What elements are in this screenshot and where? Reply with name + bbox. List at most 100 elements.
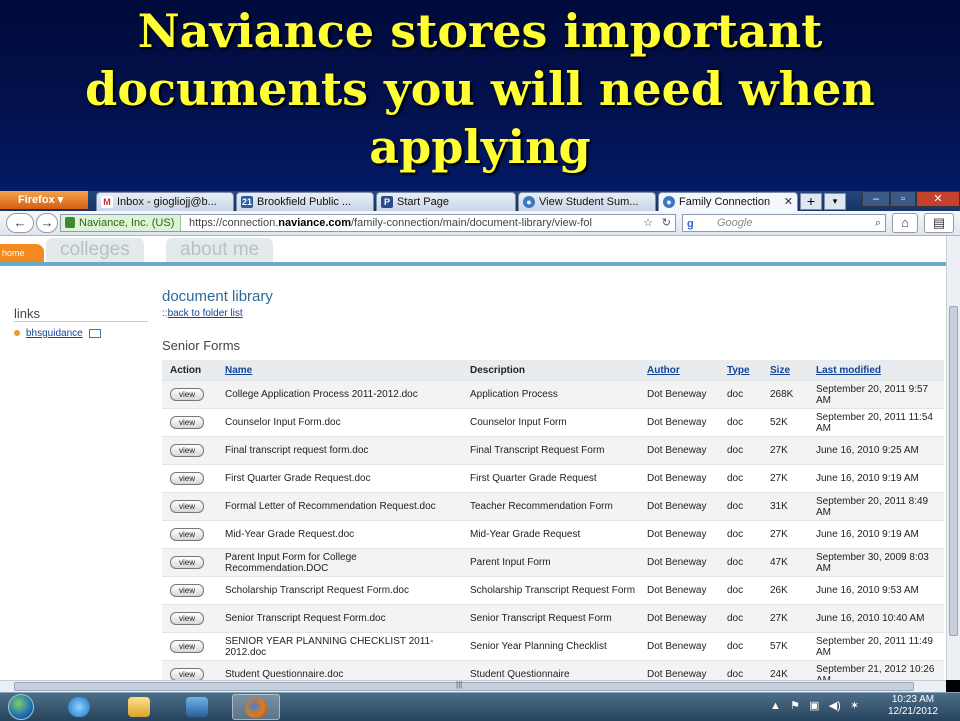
site-identity-badge[interactable]: Naviance, Inc. (US) [61,215,182,231]
new-tab-button[interactable]: + [800,193,822,210]
cell-type: doc [719,436,762,465]
tab-family-connection[interactable]: ● Family Connection ✕ [658,192,798,211]
column-header-modified[interactable]: Last modified [808,360,944,381]
tab-about-me[interactable]: about me [166,238,274,262]
scrollbar-thumb[interactable] [14,682,914,691]
action-cell: view [162,660,217,680]
cell-modified: June 16, 2010 10:40 AM [808,604,944,633]
network-icon[interactable]: ▣ [809,700,819,712]
search-icon[interactable]: ⌕ [875,215,881,231]
cell-type: doc [719,520,762,549]
view-button[interactable]: view [170,584,204,597]
address-bar[interactable]: Naviance, Inc. (US) https://connection.n… [60,214,676,232]
view-button[interactable]: view [170,388,204,401]
clock[interactable]: 10:23 AM 12/21/2012 [878,694,948,718]
view-button[interactable]: view [170,668,204,680]
taskbar-media-player[interactable] [174,694,222,720]
firefox-menu-button[interactable]: Firefox ▾ [0,191,88,209]
cell-size: 26K [762,576,808,605]
gmail-icon: M [101,196,113,208]
tab-colleges[interactable]: colleges [46,238,144,262]
view-button[interactable]: view [170,444,204,457]
close-window-button[interactable]: ✕ [916,191,960,207]
sidebar-item-bhsguidance: bhsguidance [14,328,101,339]
slide-title-line-1: Naviance stores important [137,4,823,58]
vertical-scrollbar[interactable] [946,236,960,680]
tab-brookfield[interactable]: 21 Brookfield Public ... [236,192,374,211]
grip-icon: ||| [456,680,463,689]
tab-label: Start Page [397,196,449,208]
maximize-button[interactable]: ▫ [890,191,916,207]
column-header-name[interactable]: Name [217,360,462,381]
slide-title-line-2: documents you will need when [85,62,875,116]
list-tabs-button[interactable]: ▾ [824,193,846,210]
cell-size: 27K [762,604,808,633]
start-button[interactable] [8,694,34,720]
scrollbar-thumb[interactable] [949,306,958,636]
tab-view-student[interactable]: ● View Student Sum... [518,192,656,211]
bhsguidance-link[interactable]: bhsguidance [26,328,83,339]
cell-author: Dot Beneway [639,632,719,661]
star-icon[interactable]: ☆ [643,215,653,231]
globe-icon: ● [663,196,675,208]
reload-icon[interactable]: ↻ [662,215,671,231]
home-tab[interactable]: home [0,244,44,262]
column-header-type[interactable]: Type [719,360,762,381]
tab-inbox[interactable]: M Inbox - giogliojj@b... [96,192,234,211]
home-icon[interactable]: ⌂ [892,213,918,233]
action-cell: view [162,632,217,661]
cell-author: Dot Beneway [639,604,719,633]
cell-size: 268K [762,380,808,409]
cell-author: Dot Beneway [639,408,719,437]
view-button[interactable]: view [170,416,204,429]
app-tray-icon[interactable]: ✶ [850,700,859,712]
cell-type: doc [719,464,762,493]
action-cell: view [162,604,217,633]
cell-description: Parent Input Form [462,548,639,577]
cell-description: Teacher Recommendation Form [462,492,639,521]
taskbar-ie[interactable] [56,694,104,720]
minimize-button[interactable]: – [862,191,890,207]
taskbar-firefox[interactable] [232,694,280,720]
globe-icon: ● [523,196,535,208]
cell-type: doc [719,492,762,521]
volume-icon[interactable]: ◀) [829,700,841,712]
cell-name: First Quarter Grade Request.doc [217,464,462,493]
cell-description: Counselor Input Form [462,408,639,437]
cell-modified: June 16, 2010 9:19 AM [808,464,944,493]
forward-button[interactable]: → [36,213,58,233]
nav-divider [0,262,946,266]
action-center-icon[interactable]: ⚑ [790,700,800,712]
web-page: home colleges about me links bhsguidance… [0,236,946,680]
cell-description: Student Questionnaire [462,660,639,680]
cell-description: First Quarter Grade Request [462,464,639,493]
column-header-author[interactable]: Author [639,360,719,381]
horizontal-scrollbar[interactable]: ||| [0,680,946,692]
tab-start-page[interactable]: P Start Page [376,192,516,211]
calendar-icon: 21 [241,196,253,208]
search-bar[interactable]: g Google ⌕ [682,214,886,232]
column-header-size[interactable]: Size [762,360,808,381]
view-button[interactable]: view [170,472,204,485]
tab-label: Brookfield Public ... [257,196,352,208]
documents-table: Action Name Description Author Type Size… [162,360,944,680]
view-button[interactable]: view [170,528,204,541]
close-icon[interactable]: ✕ [784,193,793,211]
view-button[interactable]: view [170,612,204,625]
cell-size: 27K [762,464,808,493]
bookmarks-icon[interactable]: ▤ [924,213,954,233]
cell-description: Senior Year Planning Checklist [462,632,639,661]
table-row: view Scholarship Transcript Request Form.… [162,576,944,605]
view-button[interactable]: view [170,556,204,569]
taskbar-explorer[interactable] [116,694,164,720]
show-hidden-icons-icon[interactable]: ▲ [770,700,781,712]
view-button[interactable]: view [170,640,204,653]
cell-author: Dot Beneway [639,464,719,493]
google-icon[interactable]: g [687,216,694,232]
ie-icon [68,697,90,717]
back-button[interactable]: ← [6,213,34,233]
cell-size: 57K [762,632,808,661]
cell-name: Parent Input Form for College Recommenda… [217,548,462,577]
view-button[interactable]: view [170,500,204,513]
back-to-folder-list-link[interactable]: back to folder list [168,308,243,319]
